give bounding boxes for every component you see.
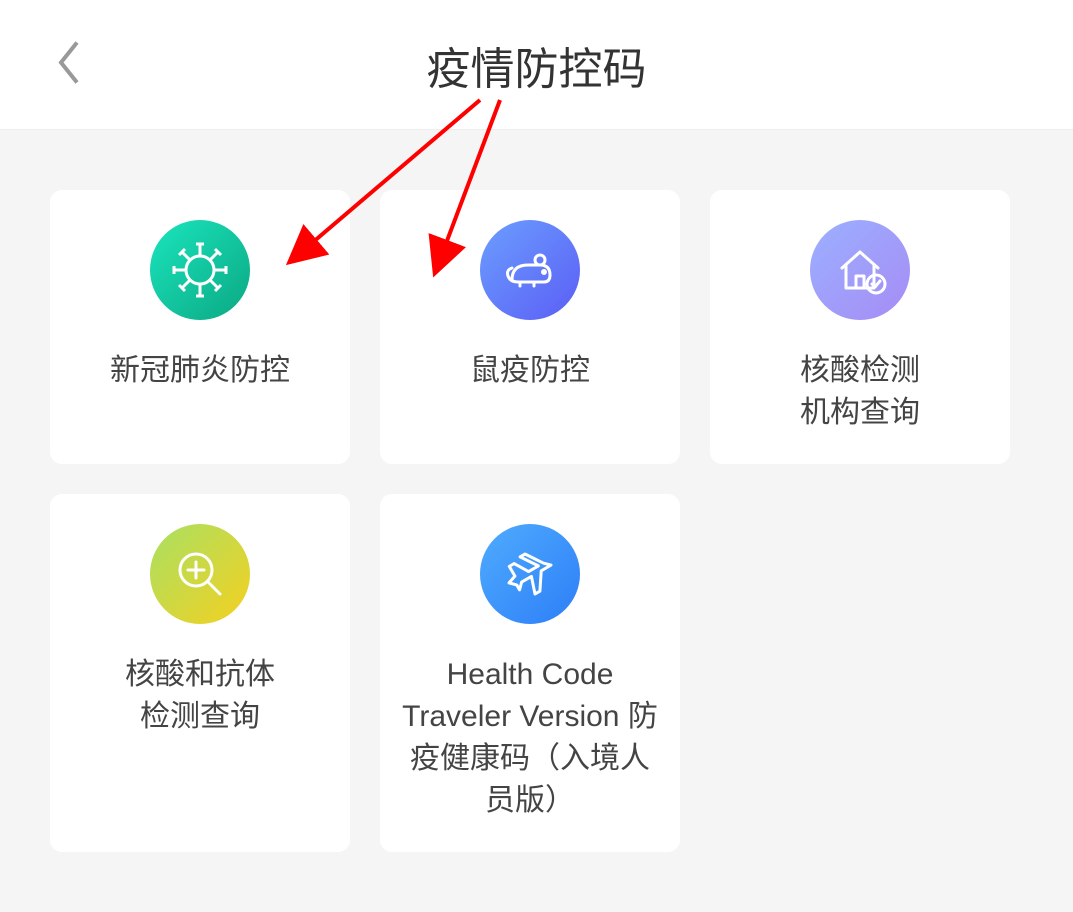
virus-icon [150,220,250,320]
card-plague-prevention[interactable]: 鼠疫防控 [380,190,680,464]
card-label: 核酸和抗体 检测查询 [125,654,275,738]
card-label: Health Code Traveler Version 防疫健康码（入境人员版… [400,654,660,822]
card-antibody-test-search[interactable]: 核酸和抗体 检测查询 [50,494,350,852]
header: 疫情防控码 [0,0,1073,130]
plus-search-icon [150,524,250,624]
plane-icon [480,524,580,624]
mouse-icon [480,220,580,320]
card-traveler-health-code[interactable]: Health Code Traveler Version 防疫健康码（入境人员版… [380,494,680,852]
house-check-icon [810,220,910,320]
card-label: 鼠疫防控 [470,350,590,392]
card-covid-prevention[interactable]: 新冠肺炎防控 [50,190,350,464]
card-testing-org-search[interactable]: 核酸检测 机构查询 [710,190,1010,464]
card-grid: 新冠肺炎防控 鼠疫防控 核酸检测 机构查询 [0,130,1073,912]
chevron-left-icon [55,38,83,86]
card-label: 核酸检测 机构查询 [800,350,920,434]
card-label: 新冠肺炎防控 [110,350,290,392]
back-button[interactable] [55,38,83,91]
page-title: 疫情防控码 [0,33,1073,97]
